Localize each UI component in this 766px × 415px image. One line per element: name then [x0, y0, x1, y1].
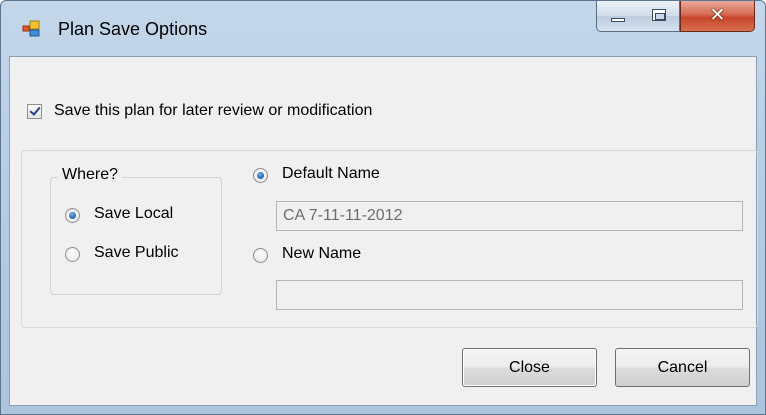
dialog-client-area: Save this plan for later review or modif… — [9, 56, 758, 406]
default-name-field[interactable]: CA 7-11-11-2012 — [276, 201, 743, 231]
dialog-window: Plan Save Options ✕ Save this plan for l… — [0, 0, 766, 415]
where-groupbox — [50, 177, 222, 295]
new-name-radio[interactable] — [253, 248, 268, 263]
default-name-label[interactable]: Default Name — [282, 165, 380, 183]
close-button[interactable]: Close — [462, 348, 597, 387]
save-public-radio[interactable] — [65, 247, 80, 262]
save-public-label[interactable]: Save Public — [94, 244, 179, 262]
minimize-button[interactable] — [596, 1, 639, 32]
where-groupbox-title: Where? — [58, 166, 123, 184]
save-plan-checkbox-label[interactable]: Save this plan for later review or modif… — [54, 102, 372, 120]
window-title: Plan Save Options — [58, 19, 208, 39]
maximize-button[interactable] — [638, 1, 680, 32]
close-window-button[interactable]: ✕ — [680, 1, 755, 32]
title-bar[interactable]: Plan Save Options ✕ — [1, 1, 765, 56]
close-icon: ✕ — [709, 4, 726, 26]
save-plan-checkbox[interactable] — [27, 104, 42, 119]
app-window-icon — [22, 19, 40, 37]
new-name-label[interactable]: New Name — [282, 245, 361, 263]
minimize-icon — [611, 18, 625, 22]
cancel-button[interactable]: Cancel — [615, 348, 750, 387]
save-local-label[interactable]: Save Local — [94, 205, 173, 223]
maximize-icon — [652, 9, 666, 21]
new-name-field[interactable] — [276, 280, 743, 310]
default-name-radio[interactable] — [253, 168, 268, 183]
save-local-radio[interactable] — [65, 208, 80, 223]
